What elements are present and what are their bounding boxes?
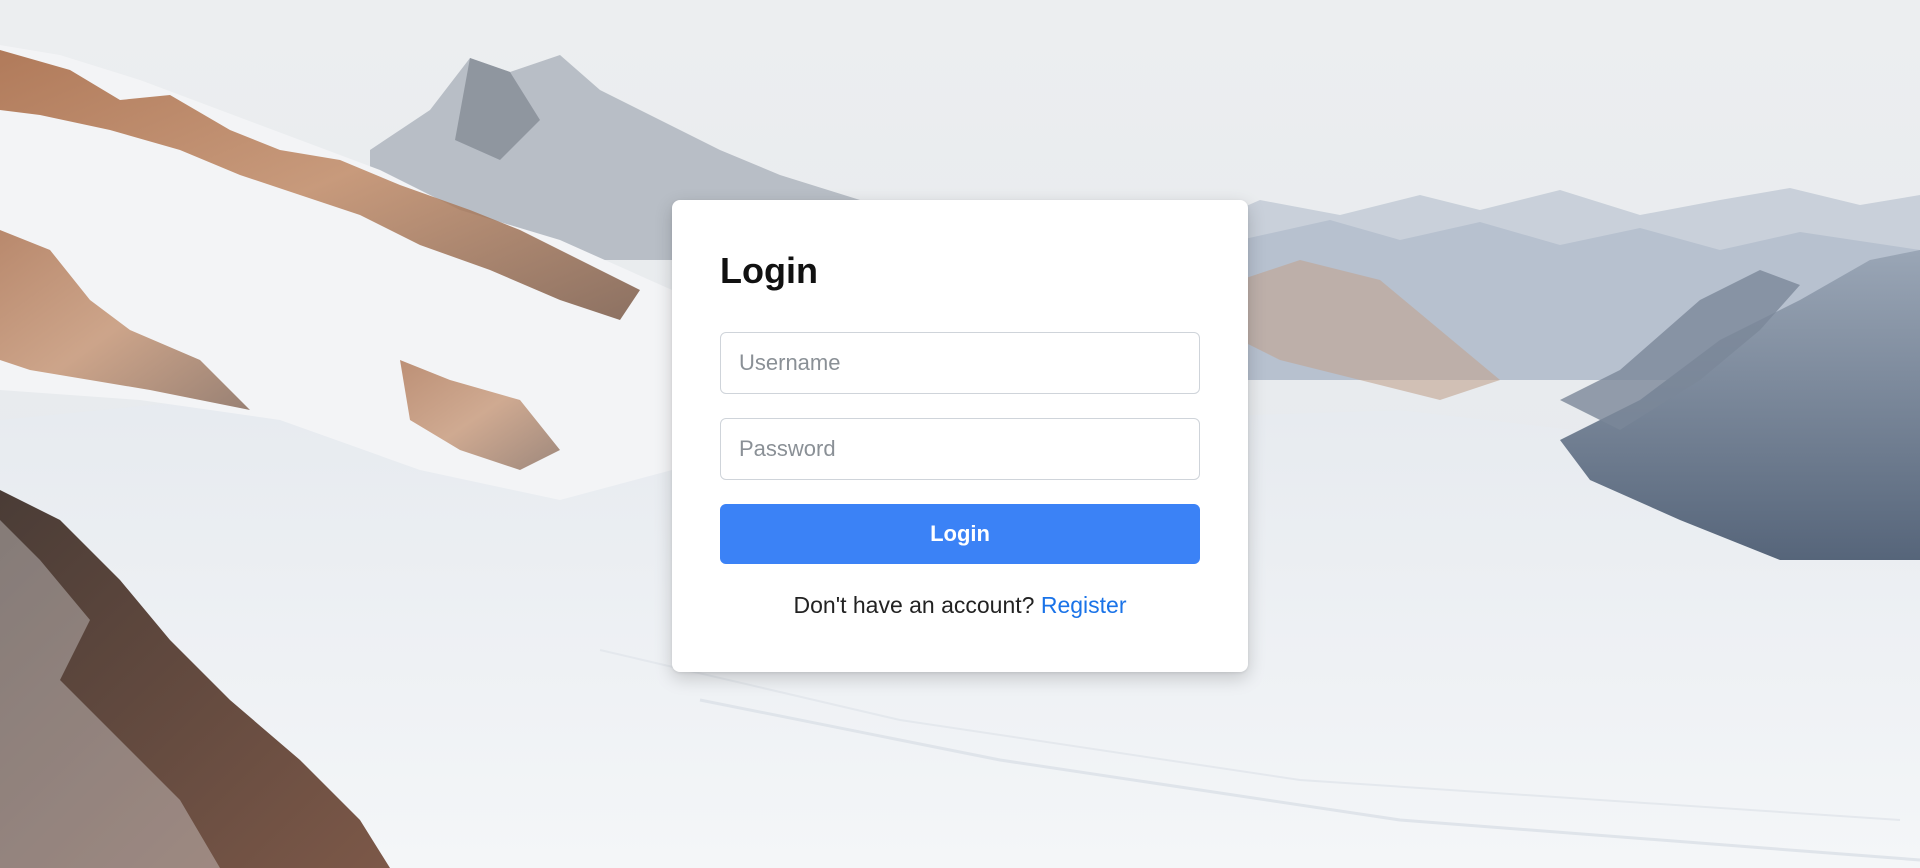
username-input[interactable] bbox=[720, 332, 1200, 394]
login-card: Login Login Don't have an account? Regis… bbox=[672, 200, 1248, 672]
login-title: Login bbox=[720, 250, 818, 291]
login-button[interactable]: Login bbox=[720, 504, 1200, 564]
password-input[interactable] bbox=[720, 418, 1200, 480]
register-prompt-line: Don't have an account? Register bbox=[672, 592, 1248, 619]
register-link[interactable]: Register bbox=[1041, 592, 1127, 618]
login-page: Login Login Don't have an account? Regis… bbox=[0, 0, 1920, 868]
register-prompt-text: Don't have an account? bbox=[793, 592, 1035, 618]
